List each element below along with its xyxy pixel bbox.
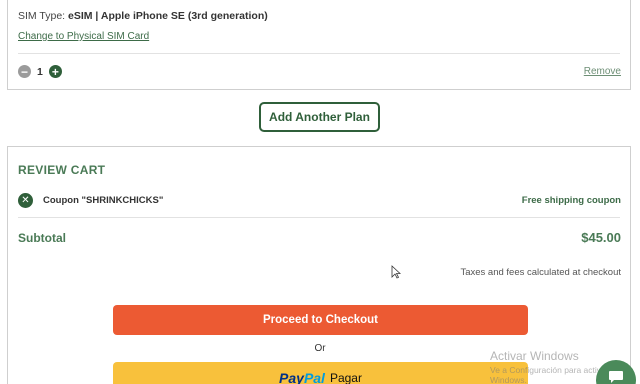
plus-circle-icon[interactable]: + xyxy=(48,65,62,78)
or-separator: Or xyxy=(314,343,326,354)
change-to-physical-sim-link[interactable]: Change to Physical SIM Card xyxy=(18,31,149,42)
proceed-to-checkout-button[interactable]: Proceed to Checkout xyxy=(113,305,528,335)
sim-type-label: SIM Type: xyxy=(18,10,66,22)
coupon-row: ✕ Coupon "SHRINKCHICKS" Free shipping co… xyxy=(18,193,621,209)
quantity-stepper: − 1 + xyxy=(18,65,62,78)
paypal-button[interactable]: PayPal Pagar xyxy=(113,362,528,384)
coupon-type: Free shipping coupon xyxy=(521,195,621,206)
remove-link[interactable]: Remove xyxy=(584,66,621,77)
paypal-logo-pay: Pay xyxy=(279,370,304,384)
review-cart-card: REVIEW CART ✕ Coupon "SHRINKCHICKS" Free… xyxy=(7,146,631,384)
paypal-logo-pal: Pal xyxy=(303,370,325,384)
add-another-plan-button[interactable]: Add Another Plan xyxy=(259,102,380,132)
plan-card: SIM Type: eSIM | Apple iPhone SE (3rd ge… xyxy=(7,0,631,90)
chat-icon xyxy=(609,371,623,383)
close-circle-icon[interactable]: ✕ xyxy=(18,193,33,208)
divider xyxy=(18,53,620,54)
sim-type: SIM Type: eSIM | Apple iPhone SE (3rd ge… xyxy=(18,10,268,22)
review-cart-title: REVIEW CART xyxy=(18,163,106,177)
paypal-action-label: Pagar xyxy=(329,371,362,384)
sim-type-value: eSIM | Apple iPhone SE (3rd generation) xyxy=(68,10,268,22)
taxes-note: Taxes and fees calculated at checkout xyxy=(460,267,621,278)
paypal-logo: PayPal xyxy=(279,370,325,384)
divider xyxy=(18,217,620,218)
coupon-label: Coupon "SHRINKCHICKS" xyxy=(43,195,164,206)
minus-circle-icon[interactable]: − xyxy=(18,65,31,78)
quantity-value: 1 xyxy=(37,65,43,78)
subtotal-label: Subtotal xyxy=(18,231,66,245)
subtotal-value: $45.00 xyxy=(581,230,621,245)
